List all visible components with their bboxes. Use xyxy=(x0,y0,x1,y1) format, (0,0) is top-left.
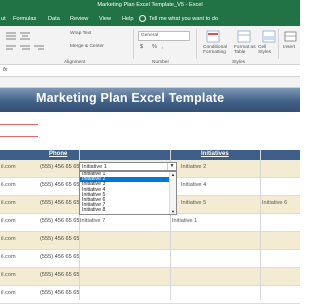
red-line xyxy=(0,136,38,137)
phone-cell[interactable]: (555) 456 65 65 xyxy=(40,236,80,242)
email-cell[interactable]: il.com xyxy=(1,272,16,278)
table-row: il.com (555) 456 65 65 xyxy=(0,250,300,268)
lightbulb-icon xyxy=(139,15,146,22)
cell-styles-button[interactable]: Cell Styles xyxy=(258,45,276,55)
initiative-cell[interactable]: Initiative 6 xyxy=(262,200,287,206)
alignment-icons[interactable] xyxy=(4,30,64,54)
ribbon-separator xyxy=(278,29,279,59)
tab-data[interactable]: Data xyxy=(48,16,60,22)
ribbon-separator xyxy=(133,29,134,59)
phone-cell[interactable]: (555) 456 65 65 xyxy=(40,254,80,260)
table-row: il.com (555) 456 65 65 xyxy=(0,286,300,304)
email-cell[interactable]: il.com xyxy=(1,290,16,296)
window-titlebar: Marketing Plan Excel Template_V5 - Excel xyxy=(0,0,300,13)
initiative-cell[interactable]: Initiative 4 xyxy=(181,182,206,188)
fx-label: fx xyxy=(3,67,8,73)
red-line xyxy=(0,124,38,125)
number-format-select[interactable]: General xyxy=(138,31,190,41)
email-cell[interactable]: il.com xyxy=(1,254,16,260)
ribbon: Wrap Text Merge & Center General $ % , C… xyxy=(0,26,300,65)
dropdown-option[interactable]: Initiative 8 xyxy=(80,208,176,213)
tell-me-text: Tell me what you want to do xyxy=(149,16,219,22)
scroll-up-icon[interactable]: ▲ xyxy=(171,172,175,177)
formula-bar[interactable]: fx xyxy=(0,65,300,77)
tab-formulas[interactable]: Formulas xyxy=(13,16,36,22)
initiative-cell[interactable]: Initiative 7 xyxy=(80,218,105,224)
percent-button[interactable]: % xyxy=(152,44,157,50)
dropdown-scrollbar[interactable]: ▲ ▼ xyxy=(169,172,176,214)
email-cell[interactable]: il.com xyxy=(1,236,16,242)
ribbon-separator xyxy=(196,29,197,59)
table-row: il.com (555) 456 65 65 Initiative 7 Init… xyxy=(0,214,300,232)
banner-title: Marketing Plan Excel Template xyxy=(36,91,225,105)
insert-icon[interactable] xyxy=(284,31,298,43)
tell-me-box[interactable]: Tell me what you want to do xyxy=(139,15,218,22)
email-cell[interactable]: il.com xyxy=(1,218,16,224)
phone-cell[interactable]: (555) 456 65 65 xyxy=(40,182,80,188)
sheet-banner: Marketing Plan Excel Template xyxy=(0,88,300,112)
phone-cell[interactable]: (555) 456 65 65 xyxy=(40,290,80,296)
table-row: il.com (555) 456 65 65 xyxy=(0,232,300,250)
tab-review[interactable]: Review xyxy=(70,16,88,22)
window-title: Marketing Plan Excel Template_V5 - Excel xyxy=(97,2,203,8)
initiative-cell[interactable]: Initiative 2 xyxy=(181,164,206,170)
phone-cell[interactable]: (555) 456 65 65 xyxy=(40,200,80,206)
comma-button[interactable]: , xyxy=(162,44,164,50)
tab-help[interactable]: Help xyxy=(122,16,134,22)
dropdown-value: Initiative 1 xyxy=(82,164,107,170)
table-row: il.com (555) 456 65 65 xyxy=(0,268,300,286)
column-headers xyxy=(0,77,300,88)
wrap-text-button[interactable]: Wrap Text xyxy=(70,31,91,36)
format-as-table-button[interactable]: Format as Table xyxy=(234,45,256,55)
table-header-row: Phone Initiatives xyxy=(0,150,300,160)
initiative-cell[interactable]: Initiative 5 xyxy=(181,200,206,206)
dropdown-list[interactable]: Initiative 1 Initiative 2 Initiative 3 I… xyxy=(79,171,177,215)
scroll-down-icon[interactable]: ▼ xyxy=(171,209,175,214)
number-format-value: General xyxy=(141,33,159,38)
phone-cell[interactable]: (555) 456 65 65 xyxy=(40,164,80,170)
phone-cell[interactable]: (555) 456 65 65 xyxy=(40,218,80,224)
tab-page-layout[interactable]: ut xyxy=(1,16,6,22)
initiative-cell[interactable]: Initiative 1 xyxy=(172,218,197,224)
email-cell[interactable]: il.com xyxy=(1,164,16,170)
chevron-down-icon[interactable]: ▼ xyxy=(167,163,176,170)
email-cell[interactable]: il.com xyxy=(1,182,16,188)
currency-button[interactable]: $ xyxy=(140,44,143,50)
grid-line xyxy=(260,150,261,300)
header-phone[interactable]: Phone xyxy=(49,151,67,157)
insert-button[interactable]: Insert xyxy=(283,45,295,50)
initiative-dropdown[interactable]: Initiative 1 ▼ xyxy=(79,162,177,171)
conditional-formatting-button[interactable]: Conditional Formatting xyxy=(203,45,231,55)
header-initiatives[interactable]: Initiatives xyxy=(201,151,229,157)
phone-cell[interactable]: (555) 456 65 65 xyxy=(40,272,80,278)
styles-icons xyxy=(206,30,276,43)
merge-center-button[interactable]: Merge & Center xyxy=(70,44,104,49)
email-cell[interactable]: il.com xyxy=(1,200,16,206)
tab-view[interactable]: View xyxy=(99,16,111,22)
